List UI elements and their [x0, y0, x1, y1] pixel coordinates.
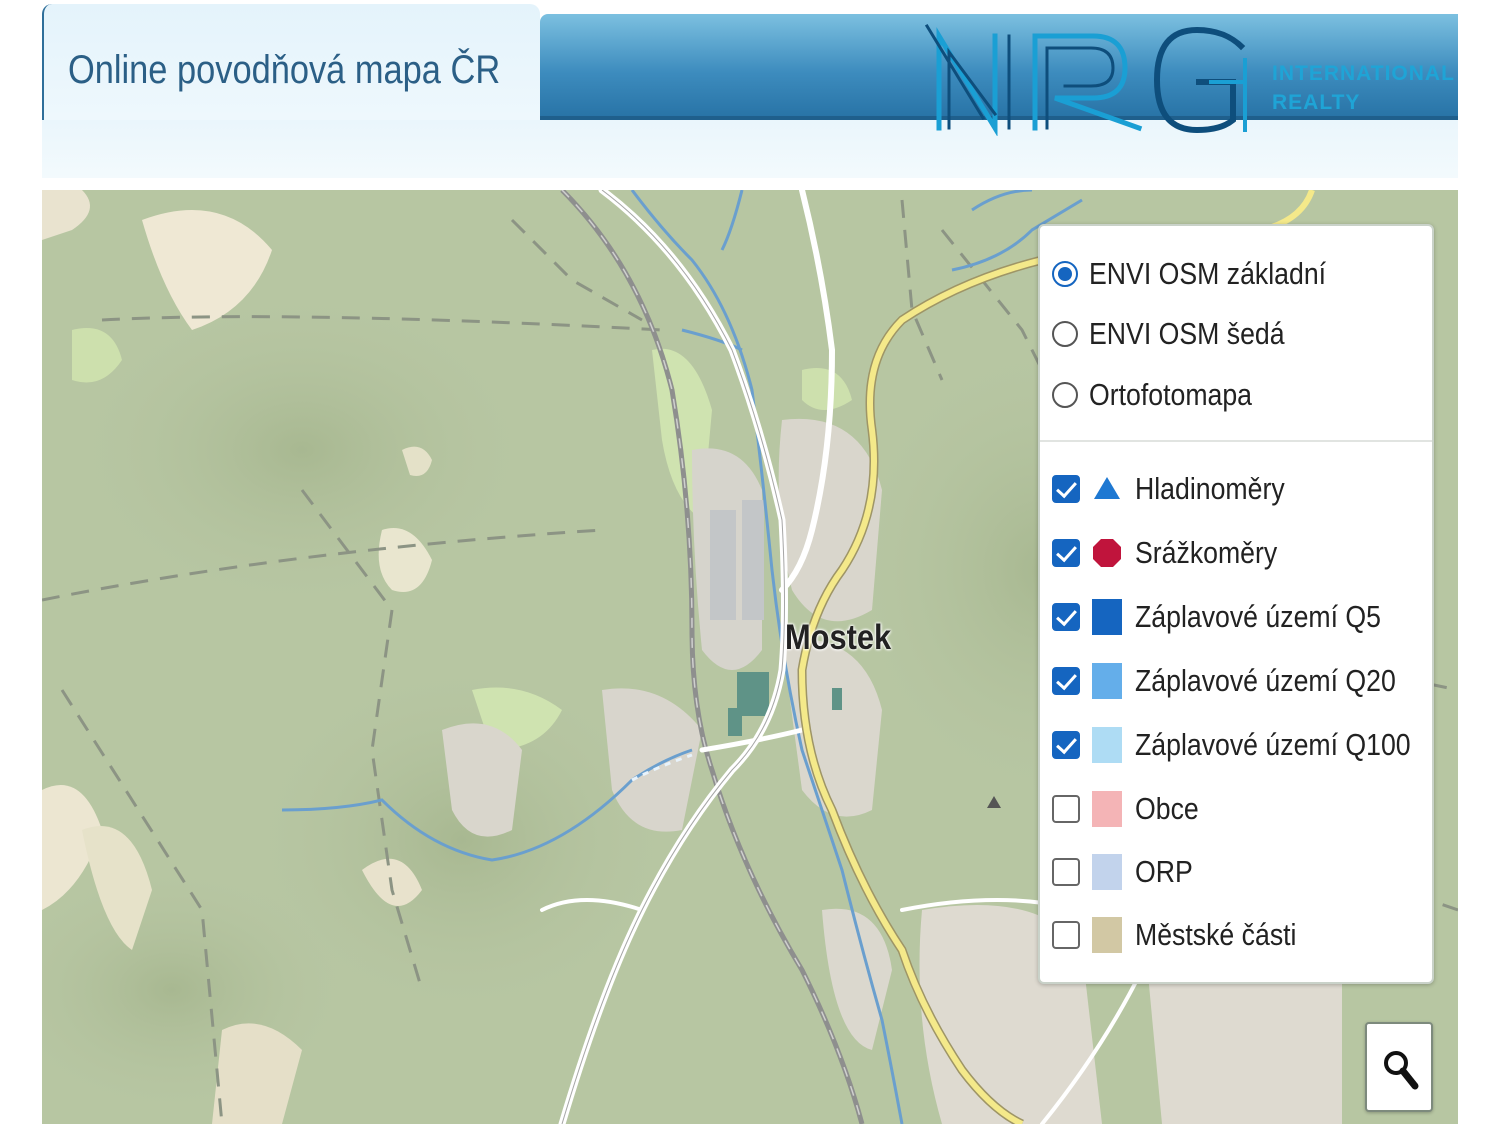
overlay-label: Obce: [1135, 791, 1199, 826]
town-label: Mostek: [785, 618, 892, 657]
overlay-zaplavove-uzemi-q100[interactable]: Záplavové území Q100: [1052, 723, 1456, 767]
overlay-label: Záplavové území Q5: [1135, 599, 1381, 634]
octagon-icon: [1092, 535, 1122, 571]
overlay-zaplavove-uzemi-q20[interactable]: Záplavové území Q20: [1052, 659, 1438, 703]
overlay-label: Městské části: [1135, 917, 1297, 952]
overlay-srazkomery[interactable]: Srážkoměry: [1052, 531, 1300, 575]
overlay-hladinomery[interactable]: Hladinoměry: [1052, 467, 1309, 511]
logo-tagline-2: REALTY: [1272, 91, 1361, 114]
checkbox-checked[interactable]: [1052, 731, 1080, 759]
checkbox-checked[interactable]: [1052, 475, 1080, 503]
logo-tagline-1: INTERNATIONAL: [1272, 62, 1455, 85]
title-tab: Online povodňová mapa ČR: [42, 4, 540, 120]
checkbox-checked[interactable]: [1052, 603, 1080, 631]
base-layer-envi-osm-zakladni[interactable]: ENVI OSM základní: [1052, 254, 1365, 294]
page-title: Online povodňová mapa ČR: [68, 48, 501, 92]
flood-q100-swatch: [1092, 727, 1122, 763]
panel-divider: [1040, 440, 1432, 442]
layer-switcher-panel: ENVI OSM základní ENVI OSM šedá Ortofoto…: [1038, 224, 1434, 984]
radio-selected[interactable]: [1052, 261, 1078, 287]
checkbox-checked[interactable]: [1052, 667, 1080, 695]
overlay-label: Srážkoměry: [1135, 535, 1278, 570]
overlay-mestske-casti[interactable]: Městské části: [1052, 913, 1323, 957]
mestske-casti-swatch: [1092, 917, 1122, 953]
base-layer-label: ENVI OSM základní: [1089, 256, 1327, 291]
search-button[interactable]: [1365, 1022, 1433, 1112]
triangle-icon: [1092, 471, 1122, 507]
overlay-label: Záplavové území Q20: [1135, 663, 1396, 698]
radio-unselected[interactable]: [1052, 382, 1078, 408]
checkbox-unchecked[interactable]: [1052, 858, 1080, 886]
checkbox-checked[interactable]: [1052, 539, 1080, 567]
overlay-label: Záplavové území Q100: [1135, 727, 1411, 762]
flood-q20-swatch: [1092, 663, 1122, 699]
overlay-zaplavove-uzemi-q5[interactable]: Záplavové území Q5: [1052, 595, 1421, 639]
magnifier-icon: [1384, 1051, 1419, 1090]
radio-unselected[interactable]: [1052, 321, 1078, 347]
orp-swatch: [1092, 854, 1122, 890]
overlay-obce[interactable]: Obce: [1052, 787, 1209, 831]
checkbox-unchecked[interactable]: [1052, 921, 1080, 949]
flood-q5-swatch: [1092, 599, 1122, 635]
base-layer-label: Ortofotomapa: [1089, 377, 1253, 412]
obce-swatch: [1092, 791, 1122, 827]
base-layer-label: ENVI OSM šedá: [1089, 316, 1285, 351]
base-layer-ortofotomapa[interactable]: Ortofotomapa: [1052, 375, 1279, 415]
overlay-label: ORP: [1135, 854, 1193, 889]
overlay-label: Hladinoměry: [1135, 471, 1285, 506]
overlay-orp[interactable]: ORP: [1052, 850, 1202, 894]
checkbox-unchecked[interactable]: [1052, 795, 1080, 823]
base-layer-envi-osm-seda[interactable]: ENVI OSM šedá: [1052, 314, 1316, 354]
